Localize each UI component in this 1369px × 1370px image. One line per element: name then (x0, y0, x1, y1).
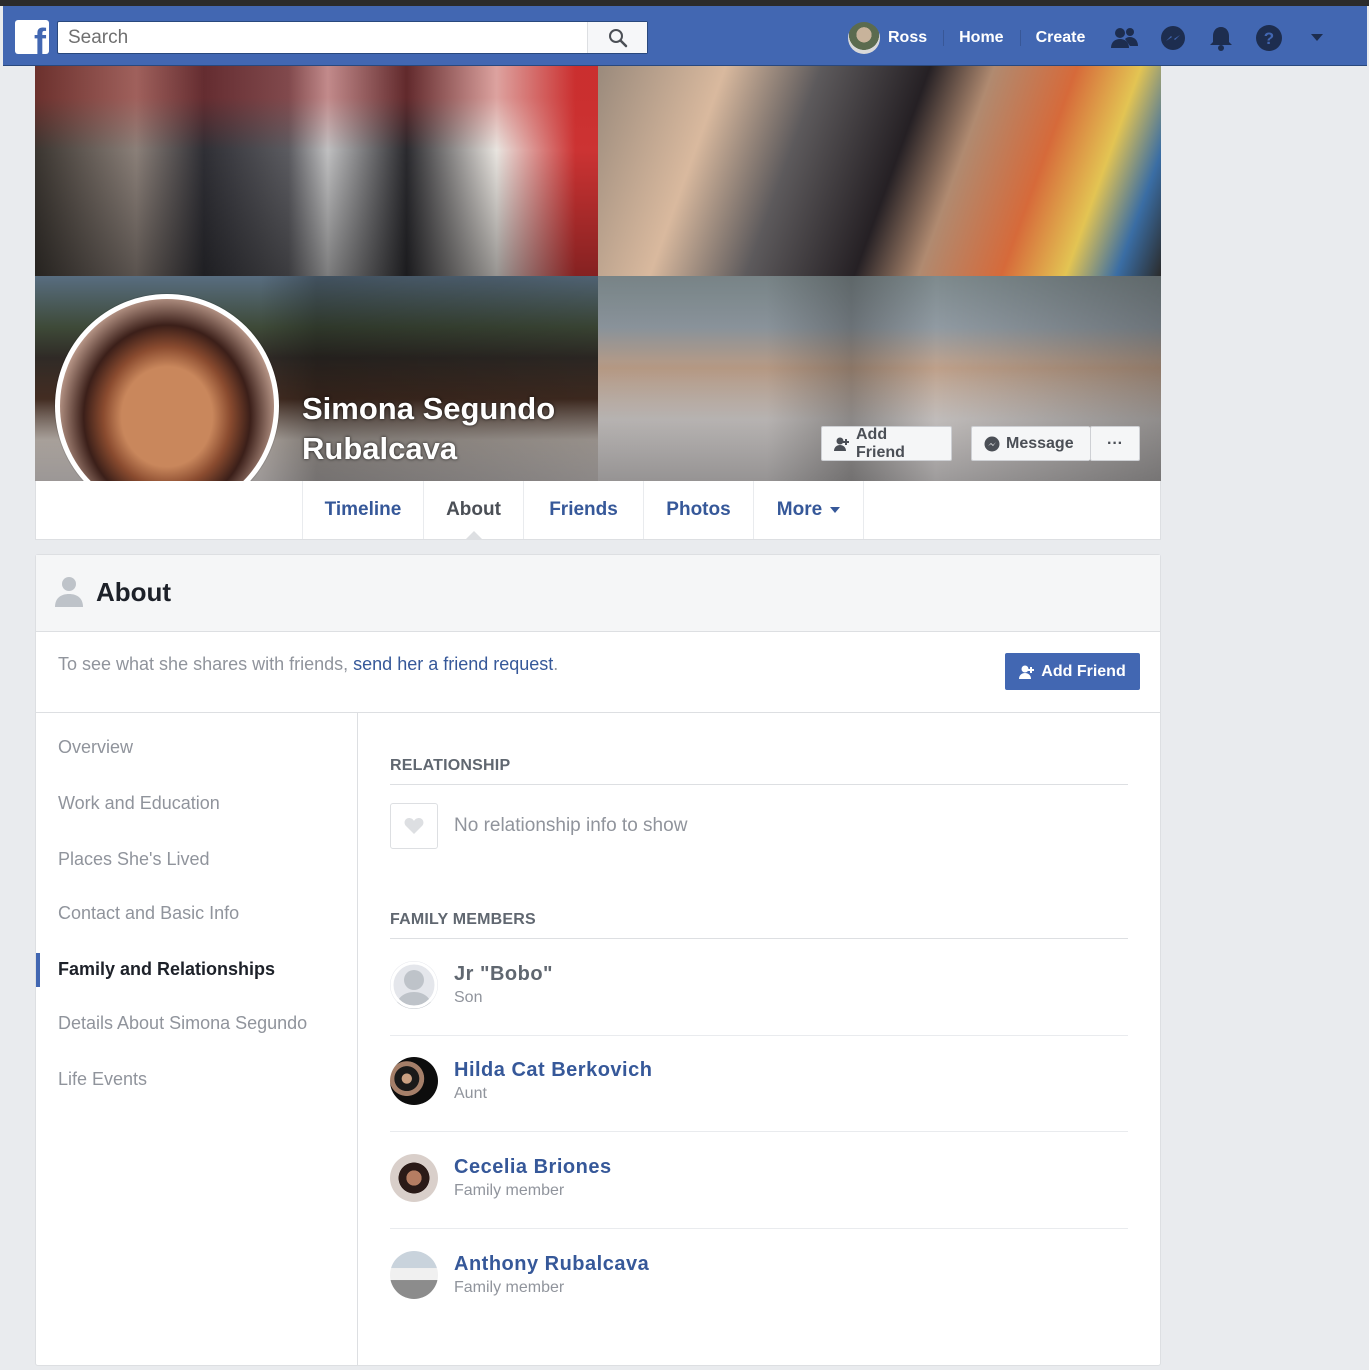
active-nav-marker (36, 953, 40, 987)
about-sidebar: Overview Work and Education Places She's… (36, 713, 358, 1366)
sidebar-item-overview[interactable]: Overview (58, 737, 133, 758)
relationship-section-title: RELATIONSHIP (390, 757, 511, 774)
person-icon (55, 575, 83, 612)
top-navigation-bar: f Ross Home Create (3, 6, 1367, 66)
account-menu-button[interactable] (1293, 20, 1341, 56)
row-divider (390, 1131, 1128, 1132)
add-friend-button[interactable]: Add Friend (821, 426, 952, 461)
add-friend-primary-label: Add Friend (1041, 662, 1126, 680)
messenger-icon (984, 436, 1000, 452)
avatar[interactable] (390, 1154, 438, 1202)
cover-photo-tile (35, 66, 598, 276)
create-link[interactable]: Create (1019, 20, 1102, 56)
search-button[interactable] (587, 22, 647, 53)
row-divider (390, 1228, 1128, 1229)
chevron-down-icon (830, 507, 841, 513)
profile-name-line2: Rubalcava (302, 431, 458, 466)
avatar (390, 961, 438, 1009)
more-options-button[interactable]: ··· (1090, 426, 1140, 461)
notifications-icon (1210, 27, 1233, 51)
sidebar-item-places-lived[interactable]: Places She's Lived (58, 849, 210, 870)
tab-timeline[interactable]: Timeline (302, 481, 423, 539)
help-icon: ? (1256, 25, 1283, 51)
family-member-name-link[interactable]: Anthony Rubalcava (454, 1253, 649, 1276)
add-friend-icon (834, 437, 850, 451)
sidebar-item-details[interactable]: Details About Simona Segundo (58, 1013, 307, 1034)
chevron-down-icon (1311, 34, 1324, 41)
profile-link[interactable]: Ross (888, 20, 943, 56)
heart-icon (404, 818, 424, 834)
notice-text: To see what she shares with friends, sen… (58, 654, 558, 675)
add-friend-label: Add Friend (856, 425, 905, 461)
add-friend-icon (1019, 665, 1035, 679)
top-nav-links: Ross Home Create ? (848, 20, 1341, 56)
section-divider (390, 784, 1128, 785)
section-divider (390, 938, 1128, 939)
avatar[interactable] (390, 1057, 438, 1105)
no-relationship-text: No relationship info to show (454, 815, 688, 836)
search-input[interactable] (58, 22, 588, 53)
messenger-button[interactable] (1149, 20, 1197, 56)
family-member-name-link[interactable]: Hilda Cat Berkovich (454, 1059, 652, 1082)
about-header: About (36, 555, 1160, 632)
tab-more-label: More (776, 499, 823, 520)
sidebar-item-work-education[interactable]: Work and Education (58, 793, 220, 814)
message-button[interactable]: Message (971, 426, 1090, 461)
default-avatar-icon (390, 961, 438, 1009)
friend-requests-button[interactable] (1101, 20, 1149, 56)
family-member-row: Anthony Rubalcava Family member (390, 1251, 1128, 1347)
message-label: Message (1006, 434, 1074, 452)
user-avatar[interactable] (848, 22, 880, 54)
sidebar-item-family-relationships[interactable]: Family and Relationships (58, 959, 275, 980)
sidebar-item-contact-info[interactable]: Contact and Basic Info (58, 903, 239, 924)
notifications-button[interactable] (1197, 20, 1245, 56)
facebook-logo-icon[interactable]: f (15, 20, 49, 54)
about-title: About (96, 577, 172, 607)
family-section-title: FAMILY MEMBERS (390, 911, 536, 928)
family-member-relation: Family member (454, 1182, 565, 1199)
friends-icon (1111, 28, 1139, 48)
cover-photo-tile (598, 66, 1161, 276)
avatar[interactable] (390, 1251, 438, 1299)
svg-text:?: ? (1264, 29, 1274, 48)
search-icon (608, 28, 627, 47)
family-member-relation: Family member (454, 1279, 565, 1296)
family-member-row: Cecelia Briones Family member (390, 1154, 1128, 1250)
notice-suffix: . (553, 654, 559, 674)
tab-photos[interactable]: Photos (643, 481, 753, 539)
about-card: About To see what she shares with friend… (35, 554, 1161, 1366)
relationship-placeholder (390, 803, 438, 849)
family-member-relation: Aunt (454, 1085, 487, 1102)
add-friend-primary-button[interactable]: Add Friend (1005, 653, 1140, 690)
tab-about[interactable]: About (423, 481, 523, 539)
profile-tabs: Timeline About Friends Photos More (35, 481, 1161, 540)
notice-prefix: To see what she shares with friends, (58, 654, 354, 674)
profile-name-line1: Simona Segundo (302, 391, 556, 426)
sidebar-item-life-events[interactable]: Life Events (58, 1069, 147, 1090)
family-member-relation: Son (454, 989, 483, 1006)
row-divider (390, 1035, 1128, 1036)
tab-more[interactable]: More (753, 481, 864, 539)
help-button[interactable]: ? (1245, 20, 1293, 56)
more-dots-icon: ··· (1107, 434, 1123, 452)
friend-request-notice: To see what she shares with friends, sen… (36, 632, 1160, 713)
home-link[interactable]: Home (943, 20, 1019, 56)
family-member-row: Jr "Bobo" Son (390, 961, 1128, 1057)
tab-friends[interactable]: Friends (523, 481, 643, 539)
family-member-row: Hilda Cat Berkovich Aunt (390, 1057, 1128, 1153)
send-friend-request-link[interactable]: send her a friend request (353, 654, 553, 674)
family-member-name: Jr "Bobo" (454, 963, 554, 985)
search-box (57, 21, 648, 54)
messenger-icon (1161, 26, 1186, 50)
family-member-name-link[interactable]: Cecelia Briones (454, 1156, 612, 1179)
profile-name[interactable]: Simona Segundo Rubalcava (302, 389, 555, 469)
